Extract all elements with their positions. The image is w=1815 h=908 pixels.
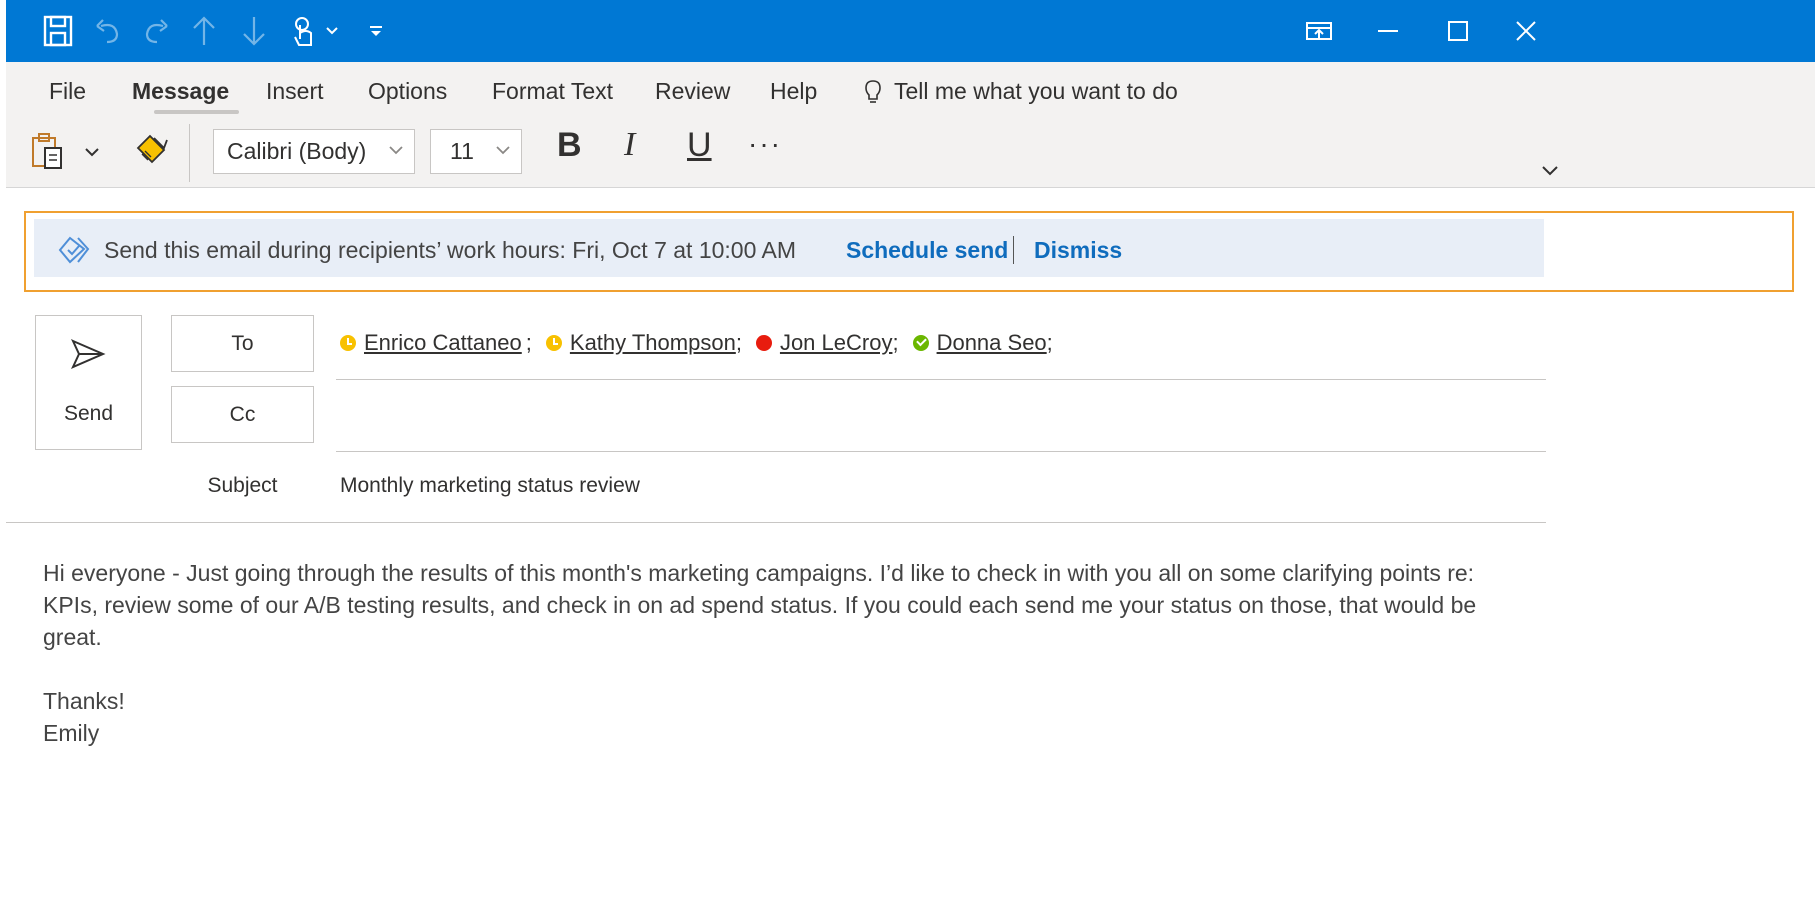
save-icon[interactable] <box>40 13 76 49</box>
up-arrow-icon[interactable] <box>186 13 222 49</box>
recipient-chip[interactable]: Donna Seo ; <box>912 330 1067 356</box>
cc-field[interactable] <box>336 451 1546 452</box>
expand-ribbon-chevron-icon[interactable] <box>1541 164 1559 182</box>
underline-button[interactable]: U <box>687 126 712 165</box>
recipient-chip[interactable]: Enrico Cattaneo ; <box>340 330 546 356</box>
message-body[interactable]: Hi everyone - Just going through the res… <box>43 557 1533 749</box>
tell-me-text: Tell me what you want to do <box>894 78 1178 104</box>
customize-toolbar-icon[interactable] <box>366 13 386 49</box>
tab-format-text[interactable]: Format Text <box>492 78 613 105</box>
cc-button[interactable]: Cc <box>171 386 314 443</box>
recipient-separator: ; <box>1046 330 1053 355</box>
font-size-dropdown[interactable]: 11 <box>430 129 522 174</box>
send-label: Send <box>63 402 114 425</box>
more-options-button[interactable]: ··· <box>748 128 782 160</box>
paste-dropdown-chevron-icon[interactable] <box>84 146 100 164</box>
ribbon-display-options-icon[interactable] <box>1301 13 1337 49</box>
chevron-down-icon[interactable] <box>322 13 342 49</box>
schedule-send-link[interactable]: Schedule send <box>846 237 1008 264</box>
to-field[interactable]: Enrico Cattaneo ; Kathy Thompson ; Jon L… <box>340 330 1067 356</box>
tab-review[interactable]: Review <box>655 78 730 105</box>
chevron-down-icon <box>496 146 510 155</box>
tab-file[interactable]: File <box>49 78 86 105</box>
font-name-value: Calibri (Body) <box>227 138 367 164</box>
subject-input[interactable]: Monthly marketing status review <box>340 474 640 498</box>
font-size-value: 11 <box>450 138 474 164</box>
chevron-down-icon <box>389 146 403 155</box>
dismiss-link[interactable]: Dismiss <box>1034 237 1122 264</box>
send-icon <box>70 339 106 369</box>
recipient-name[interactable]: Jon LeCroy <box>780 330 893 356</box>
recipient-chip[interactable]: Jon LeCroy ; <box>755 330 913 356</box>
to-button[interactable]: To <box>171 315 314 372</box>
tab-options[interactable]: Options <box>368 78 447 105</box>
paste-icon[interactable] <box>30 132 66 177</box>
down-arrow-icon[interactable] <box>236 13 272 49</box>
away-status-icon <box>545 335 562 351</box>
ribbon: File Message Insert Options Format Text … <box>6 62 1815 188</box>
body-signature: Emily <box>43 720 100 746</box>
lightbulb-icon <box>865 79 881 103</box>
infobar-message: Send this email during recipients’ work … <box>104 237 797 263</box>
tab-help[interactable]: Help <box>770 78 817 105</box>
to-field-underline <box>336 379 1546 380</box>
font-name-dropdown[interactable]: Calibri (Body) <box>213 129 415 174</box>
close-icon[interactable] <box>1508 13 1544 49</box>
tab-insert[interactable]: Insert <box>266 78 324 105</box>
body-closing: Thanks! <box>43 688 125 714</box>
available-status-icon <box>912 335 929 351</box>
active-tab-indicator <box>154 110 239 114</box>
recipient-chip[interactable]: Kathy Thompson ; <box>545 330 756 356</box>
subject-label: Subject <box>207 474 278 497</box>
recipient-separator: ; <box>735 330 742 355</box>
recipient-name[interactable]: Donna Seo <box>937 330 1047 356</box>
recipient-name[interactable]: Enrico Cattaneo <box>364 330 522 356</box>
busy-status-icon <box>755 335 772 351</box>
schedule-send-icon <box>58 235 90 270</box>
undo-icon[interactable] <box>90 13 126 49</box>
tell-me-search[interactable]: Tell me what you want to do <box>864 78 1178 105</box>
minimize-icon[interactable] <box>1370 13 1406 49</box>
away-status-icon <box>340 335 356 351</box>
header-divider <box>6 522 1546 523</box>
body-paragraph: Hi everyone - Just going through the res… <box>43 560 1477 650</box>
touch-mode-icon[interactable] <box>286 13 322 49</box>
recipient-separator: ; <box>892 330 899 355</box>
format-painter-icon[interactable] <box>134 134 168 173</box>
recipient-separator: ; <box>525 330 532 355</box>
redo-icon[interactable] <box>138 13 174 49</box>
bold-button[interactable]: B <box>557 126 582 165</box>
italic-button[interactable]: I <box>624 126 635 164</box>
title-bar <box>6 0 1815 62</box>
recipient-name[interactable]: Kathy Thompson <box>570 330 736 356</box>
send-button[interactable]: Send <box>35 315 142 450</box>
tab-message[interactable]: Message <box>132 78 229 105</box>
ribbon-separator <box>189 124 190 182</box>
maximize-icon[interactable] <box>1440 13 1476 49</box>
infobar-divider <box>1013 236 1014 264</box>
